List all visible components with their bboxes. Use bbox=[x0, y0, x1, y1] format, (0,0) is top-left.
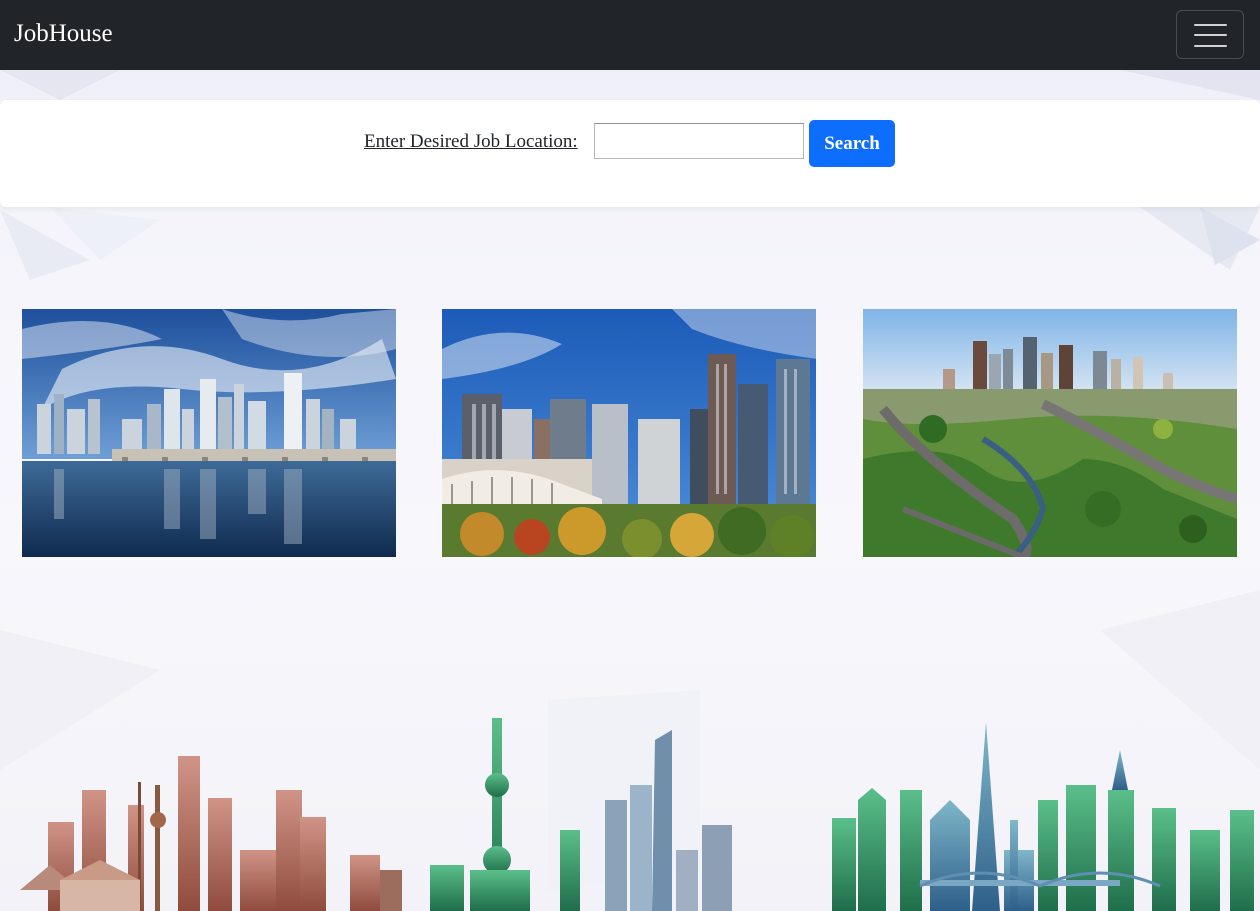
search-button[interactable]: Search bbox=[809, 120, 895, 167]
city-photo-waterfront-skyline[interactable] bbox=[22, 309, 396, 557]
city-photo-aerial-skyline[interactable] bbox=[863, 309, 1237, 557]
city-photo-downtown-skyline[interactable] bbox=[442, 309, 816, 557]
job-location-label: Enter Desired Job Location: bbox=[364, 131, 578, 152]
job-location-input[interactable] bbox=[594, 123, 804, 159]
navbar-toggler-button[interactable] bbox=[1176, 10, 1244, 59]
brand-logo-link[interactable]: JobHouse bbox=[14, 19, 113, 49]
city-skyline-illustration bbox=[20, 690, 1254, 911]
top-navbar: JobHouse bbox=[0, 0, 1260, 70]
